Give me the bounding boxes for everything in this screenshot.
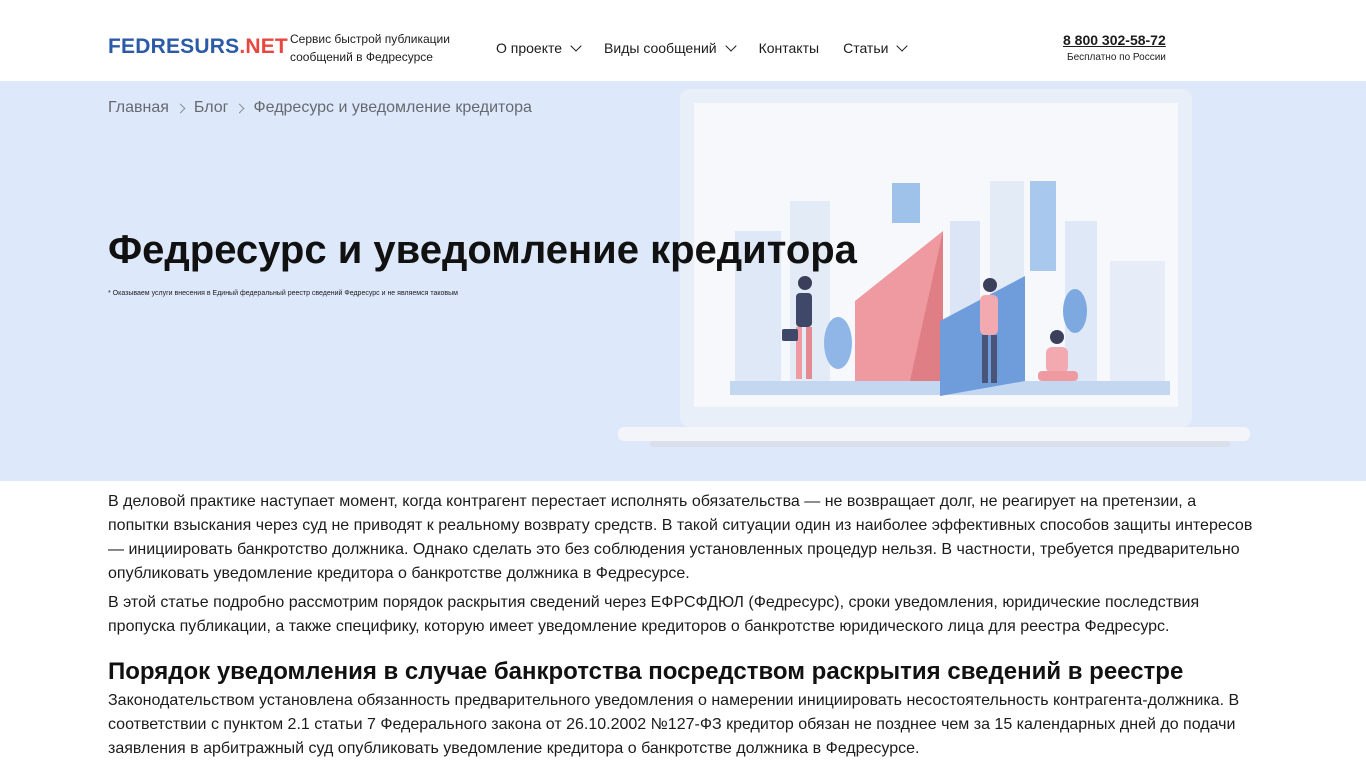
nav-item-message-types[interactable]: Виды сообщений — [604, 38, 737, 58]
tagline-line-2: сообщений в Федресурсе — [290, 50, 433, 64]
page-title: Федресурс и уведомление кредитора — [108, 228, 857, 272]
building — [1110, 261, 1165, 391]
laptop-base-shadow — [650, 441, 1230, 447]
hero-banner: Главная Блог Федресурс и уведомление кре… — [0, 81, 1366, 481]
person-body — [980, 295, 998, 335]
logo-text-main: FEDRESURS — [108, 35, 240, 58]
site-logo[interactable]: FEDRESURS.NET — [108, 35, 288, 59]
person-leg — [982, 335, 988, 383]
site-header: FEDRESURS.NET Сервис быстрой публикации … — [0, 0, 1366, 81]
chevron-down-icon — [570, 39, 582, 52]
briefcase — [782, 329, 798, 341]
chevron-down-icon — [896, 39, 909, 52]
person-head — [1050, 330, 1064, 344]
nav-item-about[interactable]: О проекте — [496, 38, 582, 58]
disclaimer-note: * Оказываем услуги внесения в Единый фед… — [108, 290, 458, 297]
chevron-down-icon — [724, 39, 737, 52]
plant — [824, 317, 852, 369]
site-tagline: Сервис быстрой публикации сообщений в Фе… — [290, 30, 470, 66]
article-paragraph: В деловой практике наступает момент, ког… — [108, 493, 1253, 582]
nav-item-articles[interactable]: Статьи — [843, 38, 909, 58]
person-body — [796, 293, 812, 327]
breadcrumb-blog[interactable]: Блог — [194, 99, 229, 117]
person-leg — [806, 327, 812, 379]
article-paragraph: В этой статье подробно рассмотрим порядо… — [108, 594, 1200, 635]
building-windows — [1030, 181, 1056, 271]
person-body — [1046, 347, 1068, 373]
breadcrumb-current: Федресурс и уведомление кредитора — [253, 99, 532, 116]
plant — [1063, 289, 1087, 333]
nav-item-label: О проекте — [496, 40, 563, 56]
chevron-right-icon — [175, 103, 186, 113]
main-nav: О проекте Виды сообщений Контакты Статьи — [496, 38, 909, 58]
person-legs — [1038, 371, 1078, 381]
breadcrumb-home[interactable]: Главная — [108, 99, 169, 117]
building-windows — [892, 183, 920, 223]
person-head — [798, 276, 812, 290]
person-leg — [991, 335, 997, 383]
article-heading: Порядок уведомления в случае банкротства… — [108, 658, 1184, 685]
chevron-right-icon — [235, 103, 245, 113]
nav-item-label: Контакты — [758, 40, 820, 56]
laptop-base — [618, 427, 1250, 441]
article-paragraph: Законодательством установлена обязанност… — [108, 692, 1240, 757]
nav-item-label: Статьи — [843, 40, 889, 56]
phone-note: Бесплатно по России — [1067, 52, 1166, 63]
breadcrumb: Главная Блог Федресурс и уведомление кре… — [108, 99, 532, 117]
nav-item-contacts[interactable]: Контакты — [759, 38, 819, 58]
phone-link[interactable]: 8 800 302-58-72 — [1063, 32, 1166, 48]
person-head — [983, 278, 997, 292]
article-body: В деловой практике наступает момент, ког… — [108, 490, 1258, 761]
logo-text-tld: .NET — [239, 35, 288, 58]
tagline-line-1: Сервис быстрой публикации — [290, 32, 450, 46]
nav-item-label: Виды сообщений — [604, 40, 717, 56]
